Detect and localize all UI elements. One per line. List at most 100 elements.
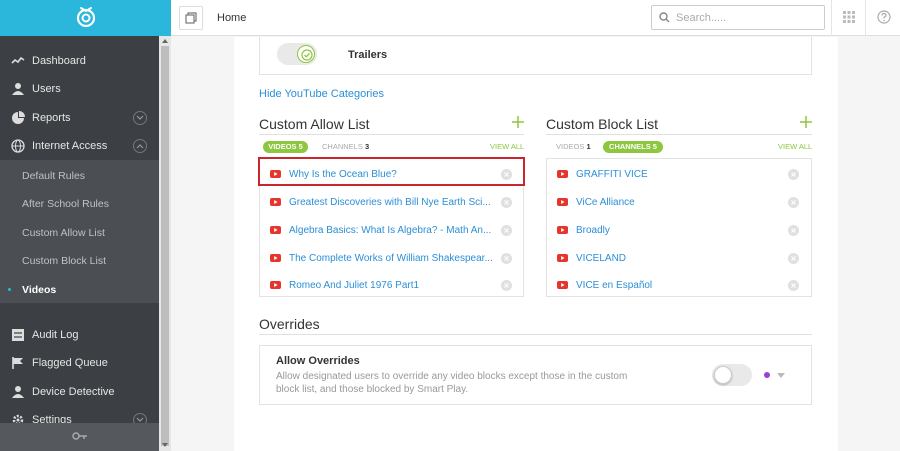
apps-grid-icon[interactable]	[842, 10, 856, 24]
allow-list-title: Custom Allow List	[259, 116, 370, 132]
logo-bar	[0, 0, 171, 36]
sidebar-subitem-label: Custom Block List	[22, 255, 107, 267]
sidebar-item-device-detective[interactable]: Device Detective	[0, 378, 159, 406]
chevron-down-icon[interactable]	[133, 413, 147, 423]
sidebar-nav: Dashboard Users Reports Internet Access …	[0, 36, 159, 423]
main-content: Trailers Hide YouTube Categories Custom …	[171, 37, 900, 451]
tab-count: 5	[298, 142, 303, 151]
sidebar-footer	[0, 423, 159, 451]
remove-icon[interactable]	[788, 253, 799, 264]
block-view-all-link[interactable]: VIEW ALL	[778, 141, 812, 153]
remove-icon[interactable]	[501, 253, 512, 264]
block-tab-channels[interactable]: CHANNELS 5	[603, 141, 663, 153]
add-block-item-icon[interactable]	[799, 115, 813, 129]
youtube-icon	[557, 281, 568, 289]
divider	[259, 134, 524, 135]
sidebar-subitem-label: Videos	[22, 284, 57, 296]
allow-view-all-link[interactable]: VIEW ALL	[490, 141, 524, 153]
list-item[interactable]: VICE en Español	[547, 272, 810, 299]
scroll-up-icon[interactable]	[161, 37, 169, 45]
channel-title: ViCe Alliance	[576, 197, 635, 208]
sidebar-item-dashboard[interactable]: Dashboard	[0, 47, 159, 75]
allow-tab-videos[interactable]: VIDEOS 5	[263, 141, 308, 153]
tab-label: CHANNELS	[609, 142, 651, 151]
sidebar-subitem-default-rules[interactable]: Default Rules	[0, 161, 159, 189]
brand-logo-icon[interactable]	[74, 5, 98, 29]
remove-icon[interactable]	[788, 280, 799, 291]
sidebar-subitem-custom-allow-list[interactable]: Custom Allow List	[0, 218, 159, 246]
sidebar-subitem-after-school-rules[interactable]: After School Rules	[0, 189, 159, 217]
key-icon[interactable]	[72, 431, 88, 441]
sidebar-item-audit-log[interactable]: Audit Log	[0, 321, 159, 349]
scroll-down-icon[interactable]	[161, 441, 169, 449]
sidebar-item-label: Settings	[32, 414, 72, 423]
youtube-icon	[270, 226, 281, 234]
trailers-toggle[interactable]	[277, 43, 317, 65]
chevron-up-icon[interactable]	[133, 139, 147, 153]
help-icon[interactable]	[877, 10, 891, 24]
list-item[interactable]: VICELAND	[547, 245, 810, 272]
allow-overrides-description: Allow designated users to override any v…	[276, 371, 628, 395]
pie-chart-icon	[12, 111, 25, 124]
top-bar: Home	[171, 0, 900, 36]
user-icon	[12, 83, 24, 95]
list-item[interactable]: ViCe Alliance	[547, 189, 810, 216]
sidebar-item-label: Flagged Queue	[32, 357, 108, 369]
search-input[interactable]	[676, 10, 816, 25]
sidebar-scrollbar[interactable]	[159, 36, 171, 451]
list-item[interactable]: Algebra Basics: What Is Algebra? - Math …	[260, 217, 523, 244]
channel-title: Broadly	[576, 225, 610, 236]
gear-icon	[12, 414, 24, 423]
list-item[interactable]: Greatest Discoveries with Bill Nye Earth…	[260, 189, 523, 216]
sidebar-item-flagged-queue[interactable]: Flagged Queue	[0, 349, 159, 377]
sidebar-item-settings[interactable]: Settings	[0, 406, 159, 423]
highlight-box	[258, 157, 525, 186]
block-tab-videos[interactable]: VIDEOS 1	[556, 141, 591, 153]
list-item[interactable]: The Complete Works of William Shakespear…	[260, 245, 523, 272]
youtube-icon	[557, 254, 568, 262]
remove-icon[interactable]	[788, 225, 799, 236]
sidebar-item-internet-access[interactable]: Internet Access	[0, 132, 159, 160]
breadcrumb[interactable]: Home	[217, 12, 246, 24]
toggle-knob	[714, 366, 732, 384]
youtube-icon	[557, 170, 568, 178]
sidebar-submenu: Default Rules After School Rules Custom …	[0, 160, 159, 303]
sidebar-item-reports[interactable]: Reports	[0, 104, 159, 132]
sidebar-subitem-label: Custom Allow List	[22, 227, 105, 239]
sidebar-subitem-videos[interactable]: Videos	[0, 275, 159, 303]
window-toggle-button[interactable]	[179, 6, 203, 30]
allow-overrides-toggle[interactable]	[712, 364, 752, 386]
youtube-icon	[270, 198, 281, 206]
divider	[831, 0, 832, 36]
remove-icon[interactable]	[501, 280, 512, 291]
windows-icon	[185, 12, 197, 24]
caret-down-icon[interactable]	[777, 373, 785, 378]
tab-count: 1	[586, 142, 591, 151]
video-title: Romeo And Juliet 1976 Part1	[289, 280, 420, 291]
add-allow-item-icon[interactable]	[511, 115, 525, 129]
chevron-down-icon[interactable]	[133, 111, 147, 125]
chart-line-icon	[11, 56, 25, 64]
divider	[865, 0, 866, 36]
sidebar-item-label: Device Detective	[32, 386, 115, 398]
remove-icon[interactable]	[788, 169, 799, 180]
list-item[interactable]: Broadly	[547, 217, 810, 244]
remove-icon[interactable]	[788, 197, 799, 208]
scroll-thumb[interactable]	[161, 46, 169, 446]
list-item[interactable]: Romeo And Juliet 1976 Part1	[260, 272, 523, 299]
tab-label: CHANNELS	[322, 142, 363, 151]
trailers-card: Trailers	[259, 37, 812, 75]
tab-count: 5	[652, 142, 657, 151]
allow-tab-channels[interactable]: CHANNELS 3	[322, 141, 369, 153]
remove-icon[interactable]	[501, 225, 512, 236]
search-box[interactable]	[651, 5, 825, 30]
sidebar-item-users[interactable]: Users	[0, 75, 159, 103]
hide-youtube-categories-link[interactable]: Hide YouTube Categories	[259, 88, 384, 100]
sidebar-subitem-custom-block-list[interactable]: Custom Block List	[0, 246, 159, 274]
allow-overrides-label: Allow Overrides	[276, 355, 360, 367]
sidebar-item-label: Dashboard	[32, 55, 86, 67]
status-dot	[764, 372, 770, 378]
youtube-icon	[557, 198, 568, 206]
remove-icon[interactable]	[501, 197, 512, 208]
list-item[interactable]: GRAFFITI VICE	[547, 161, 810, 188]
